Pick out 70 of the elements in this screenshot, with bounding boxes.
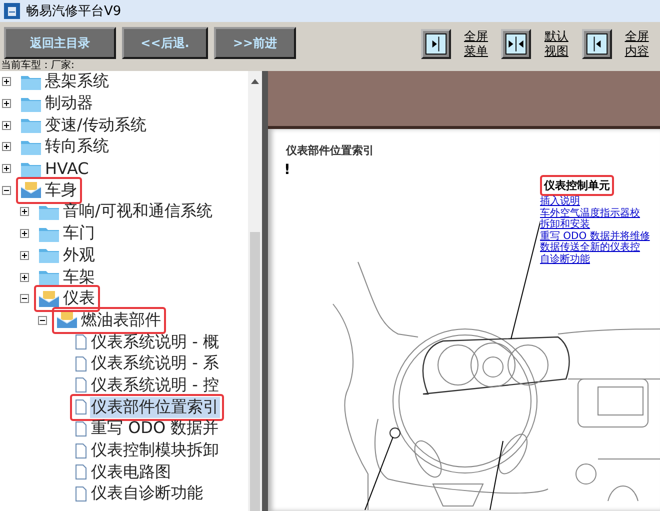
- procedure-link[interactable]: 车外空气温度指示器校: [540, 208, 640, 219]
- tree-item[interactable]: 重写 ODO 数据并: [90, 418, 220, 440]
- expand-icon[interactable]: [2, 77, 11, 86]
- vehicle-info: 当前车型：厂家:: [0, 60, 74, 71]
- tree-item[interactable]: HVAC: [44, 159, 90, 178]
- tree-item[interactable]: 车身: [44, 180, 78, 201]
- tree-item[interactable]: 仪表系统说明 - 系: [90, 353, 220, 374]
- view-link[interactable]: 全屏内容: [624, 29, 650, 59]
- expand-icon[interactable]: [2, 142, 11, 152]
- scrollbar-thumb[interactable]: [250, 232, 260, 511]
- procedure-link[interactable]: 自诊断功能: [540, 254, 590, 265]
- expand-icon[interactable]: [20, 250, 29, 260]
- expand-icon[interactable]: [20, 272, 29, 282]
- page-icon: [74, 442, 88, 459]
- tree-item[interactable]: 制动器: [44, 93, 94, 114]
- page-icon: [74, 356, 88, 372]
- scrollbar[interactable]: [248, 71, 262, 511]
- component-label: 仪表控制单元: [540, 175, 614, 196]
- tree-item[interactable]: 仪表系统说明 - 控: [90, 374, 220, 396]
- tree-item[interactable]: 车架: [62, 266, 96, 288]
- page-icon: [74, 334, 88, 350]
- folder-icon: [38, 246, 60, 264]
- expand-icon[interactable]: [20, 207, 29, 216]
- window-title: 畅易汽修平台V9: [26, 3, 122, 20]
- procedure-link[interactable]: 数据传送全新的仪表控: [540, 242, 640, 254]
- tree-item[interactable]: 燃油表部件: [80, 310, 162, 331]
- warning-mark: !: [284, 162, 290, 178]
- tree-item[interactable]: 悬架系统: [44, 71, 110, 92]
- tree-item[interactable]: 音响/可视和通信系统: [62, 201, 214, 222]
- tree-item[interactable]: 变速/传动系统: [44, 114, 148, 136]
- tree-item[interactable]: 车门: [62, 223, 96, 244]
- nav-button[interactable]: >>前进: [214, 27, 296, 59]
- page-icon: [74, 464, 88, 480]
- nav-button[interactable]: <<后退.: [122, 27, 208, 59]
- collapse-icon[interactable]: [38, 316, 47, 325]
- open-folder-icon: [38, 290, 60, 308]
- page-icon: [74, 420, 88, 437]
- expand-icon[interactable]: [2, 99, 11, 108]
- folder-icon: [38, 268, 60, 286]
- tree-item[interactable]: 仪表: [62, 288, 96, 310]
- folder-icon: [20, 116, 42, 134]
- collapse-icon[interactable]: [2, 186, 11, 195]
- layout-toggle-button[interactable]: [420, 29, 451, 59]
- page-icon: [74, 377, 88, 394]
- page-icon: [74, 399, 88, 416]
- tree-item[interactable]: 外观: [62, 244, 96, 266]
- view-link[interactable]: 默认视图: [543, 29, 570, 59]
- view-link[interactable]: 全屏菜单: [462, 29, 490, 59]
- layout-toggle-button[interactable]: [582, 29, 612, 59]
- tree-item[interactable]: 仪表控制模块拆卸: [90, 440, 220, 462]
- tree-item[interactable]: 仪表部件位置索引: [90, 396, 220, 418]
- leader-line: [490, 440, 504, 510]
- tree-item[interactable]: 转向系统: [44, 136, 110, 158]
- expand-icon[interactable]: [2, 120, 11, 130]
- layout-toggle-button[interactable]: [501, 29, 532, 59]
- tree-item[interactable]: 仪表自诊断功能: [90, 483, 204, 504]
- expand-icon[interactable]: [20, 229, 29, 238]
- procedure-link[interactable]: 插入说明: [540, 196, 580, 208]
- app-icon: [4, 3, 20, 19]
- procedure-link[interactable]: 重写 ODO 数据并将维修: [540, 230, 650, 242]
- document-title: 仪表部件位置索引: [286, 143, 375, 158]
- nav-button[interactable]: 返回主目录: [4, 27, 116, 59]
- page-icon: [74, 486, 88, 502]
- open-folder-icon: [56, 311, 78, 330]
- collapse-icon[interactable]: [20, 294, 29, 304]
- procedure-link[interactable]: 拆卸和安装: [540, 219, 590, 230]
- open-folder-icon: [20, 181, 42, 200]
- expand-icon[interactable]: [2, 164, 11, 174]
- tree-item[interactable]: 仪表电路图: [90, 462, 172, 483]
- tree-item[interactable]: 仪表系统说明 - 概: [90, 332, 220, 353]
